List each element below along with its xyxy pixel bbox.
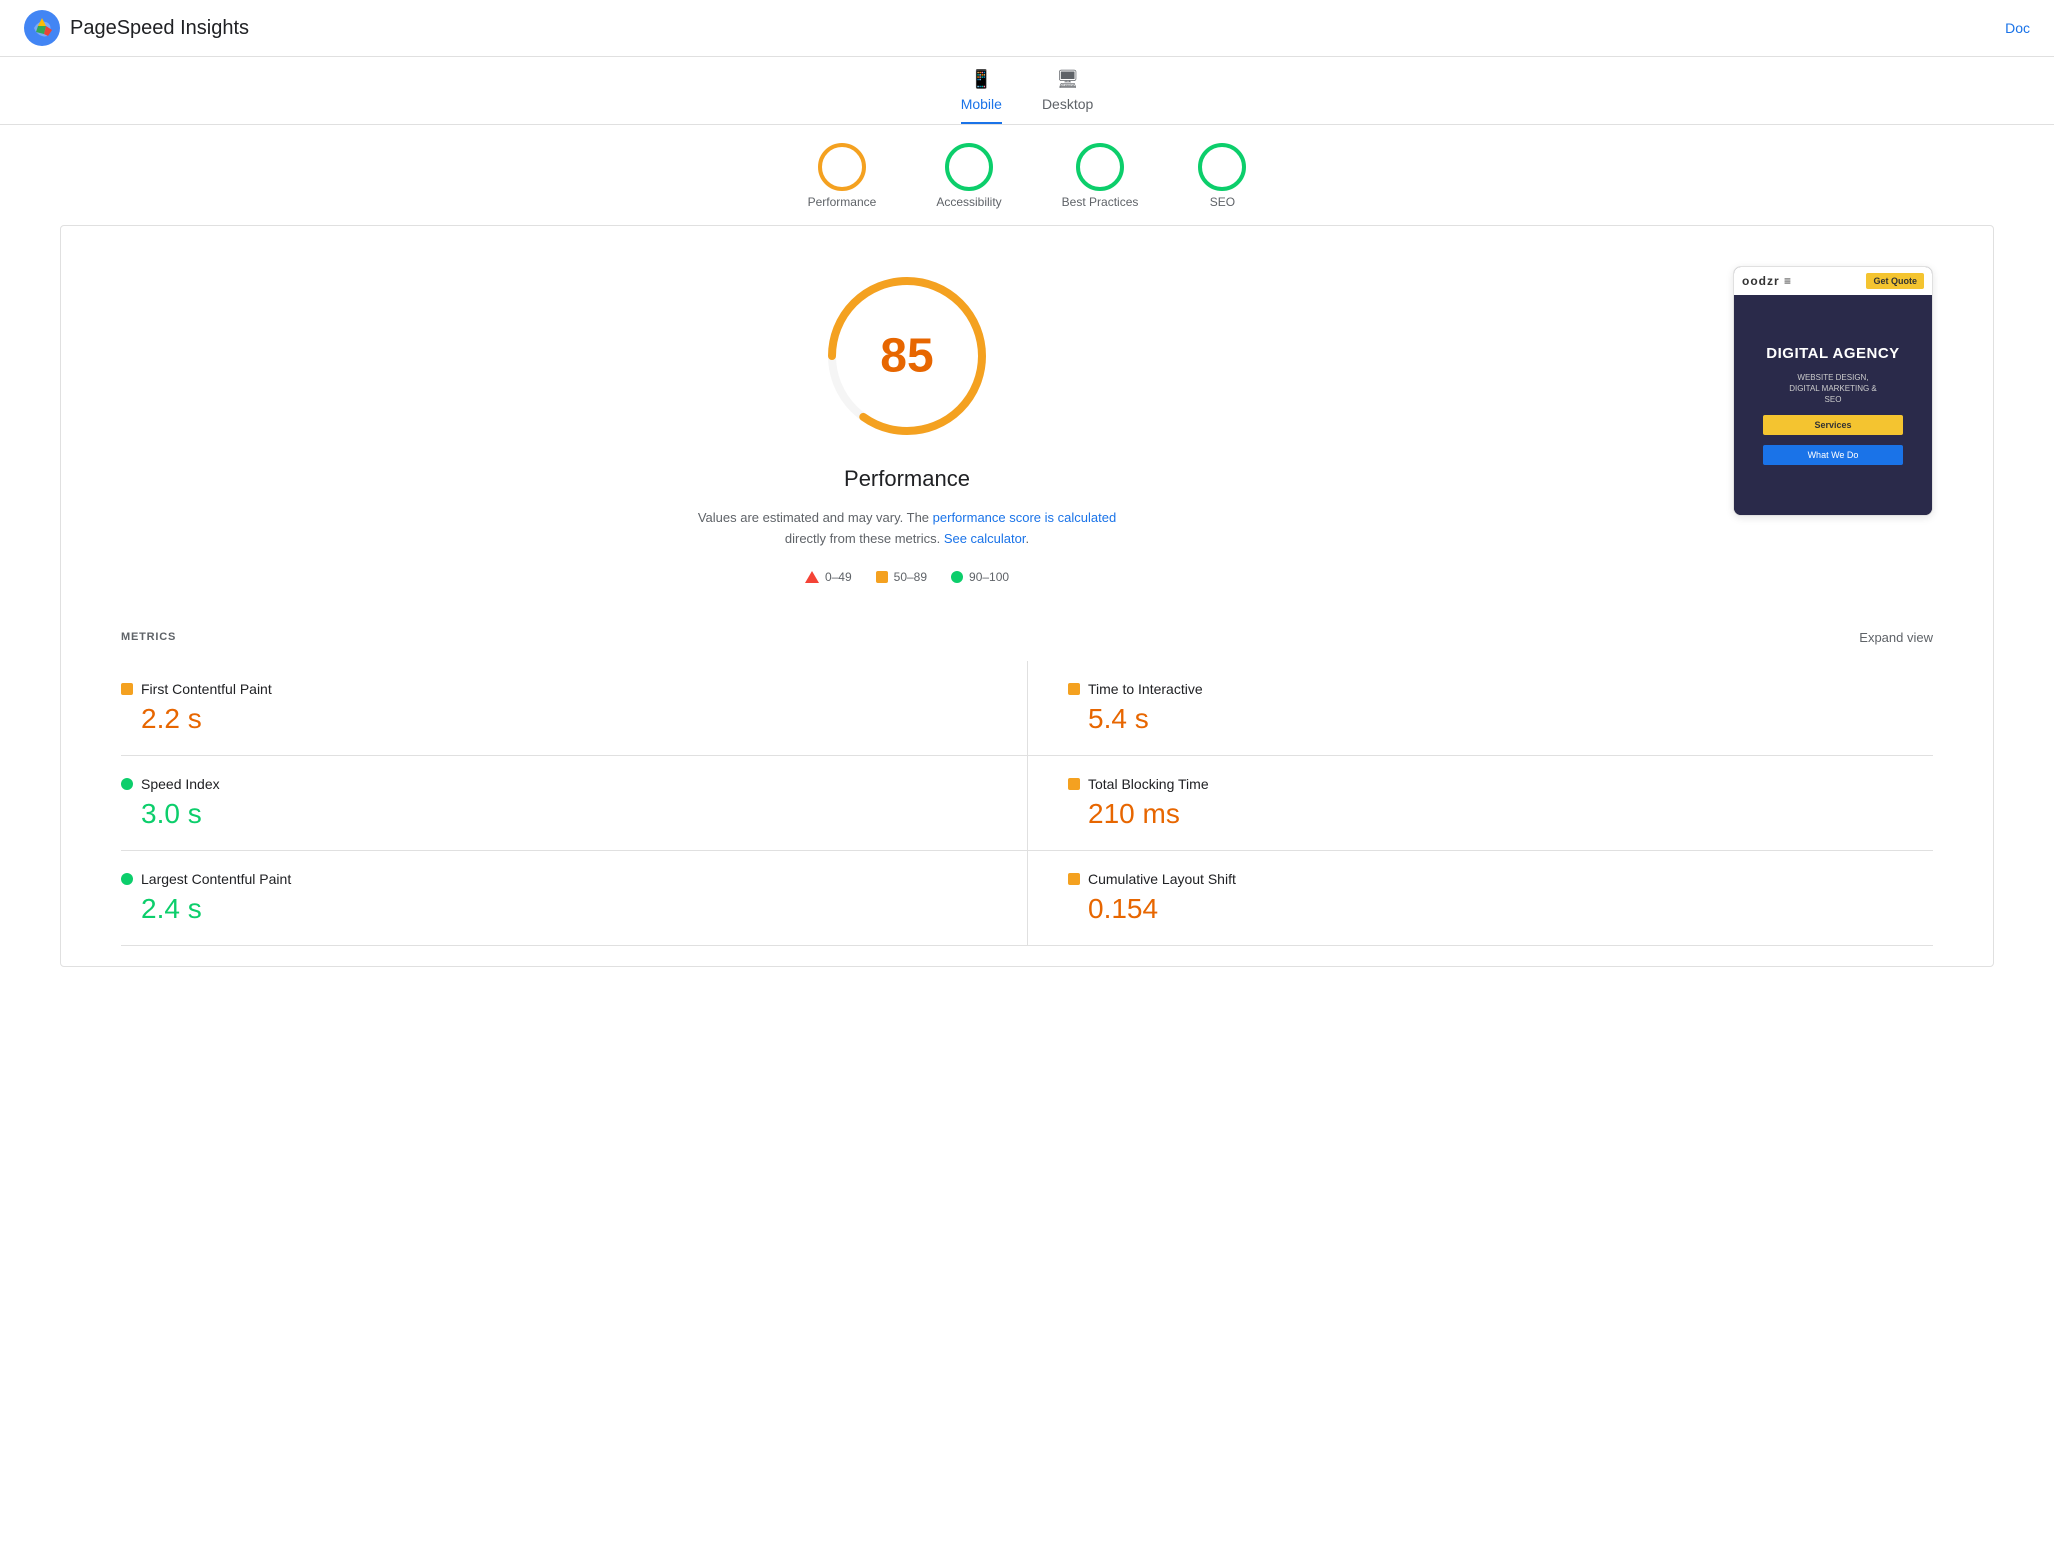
tti-indicator-icon — [1068, 683, 1080, 695]
perf-score-link[interactable]: performance score is calculated — [933, 510, 1117, 525]
tti-label: Time to Interactive — [1088, 681, 1203, 697]
metrics-header: METRICS Expand view — [61, 614, 1993, 661]
score-legend: 0–49 50–89 90–100 — [805, 570, 1009, 584]
fail-triangle-icon — [805, 571, 819, 583]
tbt-indicator-icon — [1068, 778, 1080, 790]
performance-score-circle — [818, 143, 866, 191]
desc-suffix: . — [1025, 531, 1029, 546]
legend-average-range: 50–89 — [894, 570, 927, 584]
metric-si: Speed Index 3.0 s — [121, 756, 1027, 851]
desc-prefix: Values are estimated and may vary. The — [698, 510, 933, 525]
cls-value: 0.154 — [1068, 893, 1913, 925]
screenshot-header: oodzr ≡ Get Quote — [1734, 267, 1932, 295]
performance-section: 85 Performance Values are estimated and … — [61, 226, 1993, 614]
lcp-indicator-icon — [121, 873, 133, 885]
legend-pass: 90–100 — [951, 570, 1009, 584]
mobile-icon: 📱 — [970, 69, 992, 90]
screenshot-card: oodzr ≡ Get Quote DIGITAL AGENCY WEBSITE… — [1733, 266, 1933, 516]
metric-lcp: Largest Contentful Paint 2.4 s — [121, 851, 1027, 946]
tbt-label: Total Blocking Time — [1088, 776, 1209, 792]
accessibility-score-circle — [945, 143, 993, 191]
metrics-grid: First Contentful Paint 2.2 s Time to Int… — [61, 661, 1993, 946]
category-scores-row: Performance Accessibility Best Practices… — [0, 125, 2054, 209]
performance-score-area: 85 Performance Values are estimated and … — [121, 266, 1693, 584]
metric-fcp: First Contentful Paint 2.2 s — [121, 661, 1027, 756]
metric-cls: Cumulative Layout Shift 0.154 — [1027, 851, 1933, 946]
screenshot-body: DIGITAL AGENCY WEBSITE DESIGN,DIGITAL MA… — [1734, 295, 1932, 515]
performance-score-number: 85 — [880, 329, 933, 384]
screenshot-inner: oodzr ≡ Get Quote DIGITAL AGENCY WEBSITE… — [1734, 267, 1932, 515]
main-content-card: 85 Performance Values are estimated and … — [60, 225, 1994, 967]
fcp-value: 2.2 s — [121, 703, 1007, 735]
tab-desktop[interactable]: 🖥 Desktop — [1042, 69, 1093, 124]
category-best-practices[interactable]: Best Practices — [1062, 143, 1139, 209]
screenshot-agency-subtitle: WEBSITE DESIGN,DIGITAL MARKETING &SEO — [1789, 372, 1877, 406]
calc-link[interactable]: See calculator — [944, 531, 1026, 546]
lcp-value: 2.4 s — [121, 893, 1007, 925]
category-accessibility-label: Accessibility — [936, 195, 1001, 209]
si-label: Speed Index — [141, 776, 220, 792]
header: PageSpeed Insights Doc — [0, 0, 2054, 57]
metric-tti: Time to Interactive 5.4 s — [1027, 661, 1933, 756]
legend-fail-range: 0–49 — [825, 570, 852, 584]
screenshot-agency-title: DIGITAL AGENCY — [1766, 345, 1899, 362]
category-seo[interactable]: SEO — [1198, 143, 1246, 209]
site-logo-text: oodzr ≡ — [1742, 274, 1792, 288]
metric-si-name-row: Speed Index — [121, 776, 1007, 792]
performance-title: Performance — [844, 466, 970, 492]
header-title: PageSpeed Insights — [70, 17, 249, 40]
cls-label: Cumulative Layout Shift — [1088, 871, 1236, 887]
category-seo-label: SEO — [1210, 195, 1235, 209]
best-practices-score-circle — [1076, 143, 1124, 191]
metrics-label: METRICS — [121, 631, 176, 643]
metric-lcp-name-row: Largest Contentful Paint — [121, 871, 1007, 887]
metric-tti-name-row: Time to Interactive — [1068, 681, 1913, 697]
performance-gauge: 85 — [817, 266, 997, 446]
pass-circle-icon — [951, 571, 963, 583]
performance-description: Values are estimated and may vary. The p… — [697, 508, 1117, 550]
desktop-icon: 🖥 — [1056, 69, 1079, 90]
legend-average: 50–89 — [876, 570, 927, 584]
device-tab-bar: 📱 Mobile 🖥 Desktop — [0, 57, 2054, 125]
si-indicator-icon — [121, 778, 133, 790]
average-square-icon — [876, 571, 888, 583]
legend-fail: 0–49 — [805, 570, 852, 584]
seo-score-circle — [1198, 143, 1246, 191]
tti-value: 5.4 s — [1068, 703, 1913, 735]
tab-mobile[interactable]: 📱 Mobile — [961, 69, 1002, 124]
tab-mobile-label: Mobile — [961, 96, 1002, 112]
legend-pass-range: 90–100 — [969, 570, 1009, 584]
category-performance-label: Performance — [808, 195, 877, 209]
get-quote-button: Get Quote — [1866, 273, 1924, 289]
category-best-practices-label: Best Practices — [1062, 195, 1139, 209]
cls-indicator-icon — [1068, 873, 1080, 885]
tab-desktop-label: Desktop — [1042, 96, 1093, 112]
category-performance[interactable]: Performance — [808, 143, 877, 209]
metric-tbt-name-row: Total Blocking Time — [1068, 776, 1913, 792]
desc-middle: directly from these metrics. — [785, 531, 944, 546]
fcp-label: First Contentful Paint — [141, 681, 272, 697]
si-value: 3.0 s — [121, 798, 1007, 830]
tbt-value: 210 ms — [1068, 798, 1913, 830]
header-doc-link[interactable]: Doc — [2005, 20, 2030, 36]
metric-tbt: Total Blocking Time 210 ms — [1027, 756, 1933, 851]
fcp-indicator-icon — [121, 683, 133, 695]
header-left: PageSpeed Insights — [24, 10, 249, 46]
expand-view-button[interactable]: Expand view — [1859, 630, 1933, 645]
metric-cls-name-row: Cumulative Layout Shift — [1068, 871, 1913, 887]
metric-fcp-name-row: First Contentful Paint — [121, 681, 1007, 697]
category-accessibility[interactable]: Accessibility — [936, 143, 1001, 209]
lcp-label: Largest Contentful Paint — [141, 871, 291, 887]
services-button: Services — [1763, 415, 1902, 435]
what-we-do-button: What We Do — [1763, 445, 1902, 465]
